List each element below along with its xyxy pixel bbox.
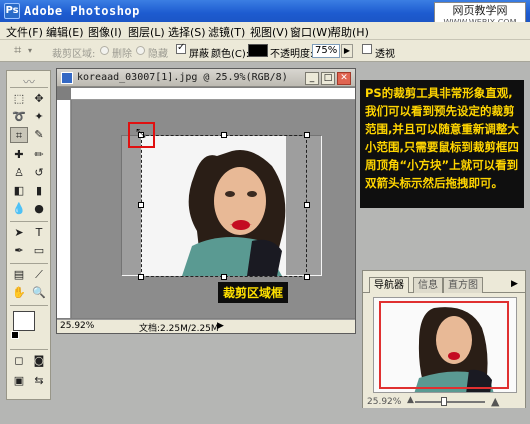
slice-tool-icon[interactable]: ✎ bbox=[30, 127, 48, 143]
navigator-footer: 25.92% ▲ ▲ bbox=[363, 395, 525, 409]
menu-window[interactable]: 窗口(W) bbox=[290, 24, 331, 40]
pen-tool-icon[interactable]: ✒ bbox=[10, 243, 28, 259]
navigator-zoom-slider[interactable] bbox=[415, 401, 485, 403]
crop-handle-top-right[interactable] bbox=[304, 132, 310, 138]
toolbox: 〰 ⬚ ✥ ➰ ✦ ⌗ ✎ ✚ ✏ ♙ ↺ ◧ ▮ 💧 ● ➤ T ✒ ▭ ▤ … bbox=[6, 70, 51, 400]
shield-checkbox[interactable] bbox=[176, 42, 186, 55]
crop-handle-right[interactable] bbox=[304, 202, 310, 208]
history-brush-tool-icon[interactable]: ↺ bbox=[30, 165, 48, 181]
screen-mode-icon[interactable]: ▣ bbox=[10, 373, 28, 389]
perspective-checkbox[interactable] bbox=[362, 44, 372, 55]
vertical-ruler[interactable] bbox=[57, 100, 71, 318]
foreground-color-swatch[interactable] bbox=[13, 311, 35, 331]
tab-histogram[interactable]: 直方图 bbox=[443, 277, 483, 293]
shield-color-swatch[interactable] bbox=[248, 44, 268, 57]
hide-label: 隐藏 bbox=[148, 49, 168, 60]
zoom-in-icon[interactable]: ▲ bbox=[491, 395, 499, 408]
crop-tool-preset-icon[interactable]: ⌗ bbox=[14, 43, 21, 58]
document-icon bbox=[61, 72, 73, 84]
menu-image[interactable]: 图像(I) bbox=[88, 24, 122, 40]
navigator-zoom[interactable]: 25.92% bbox=[367, 397, 401, 407]
workspace-bottom bbox=[0, 408, 530, 424]
quick-mask-mode-icon[interactable]: ◙ bbox=[30, 353, 48, 369]
opacity-slider-arrow-icon[interactable]: ▶ bbox=[341, 44, 353, 58]
menu-select[interactable]: 选择(S) bbox=[168, 24, 206, 40]
navigator-view-frame[interactable] bbox=[379, 301, 509, 389]
menu-filter[interactable]: 滤镜(T) bbox=[208, 24, 245, 40]
opacity-input[interactable]: 75% bbox=[312, 44, 340, 58]
panel-menu-arrow-icon[interactable]: ▶ bbox=[511, 279, 518, 289]
brush-tool-icon[interactable]: ✏ bbox=[30, 147, 48, 163]
eyedropper-tool-icon[interactable]: ⟋ bbox=[30, 267, 48, 283]
dodge-tool-icon[interactable]: ● bbox=[30, 201, 48, 217]
document-zoom[interactable]: 25.92% bbox=[60, 321, 94, 331]
healing-brush-tool-icon[interactable]: ✚ bbox=[10, 147, 28, 163]
double-arrow-cursor-icon: ⤡ bbox=[136, 126, 146, 140]
hand-tool-icon[interactable]: ✋ bbox=[10, 285, 28, 301]
zoom-tool-icon[interactable]: 🔍 bbox=[30, 285, 48, 301]
status-menu-arrow-icon[interactable]: ▶ bbox=[217, 321, 224, 331]
marquee-tool-icon[interactable]: ⬚ bbox=[10, 91, 28, 107]
shape-tool-icon[interactable]: ▭ bbox=[30, 243, 48, 259]
preset-dropdown-arrow-icon[interactable]: ▾ bbox=[28, 46, 32, 55]
eraser-tool-icon[interactable]: ◧ bbox=[10, 183, 28, 199]
move-tool-icon[interactable]: ✥ bbox=[30, 91, 48, 107]
stamp-tool-icon[interactable]: ♙ bbox=[10, 165, 28, 181]
navigator-zoom-knob[interactable] bbox=[441, 397, 447, 406]
crop-handle-left[interactable] bbox=[138, 202, 144, 208]
photoshop-logo-icon: Ps bbox=[4, 3, 20, 19]
cropped-area-label: 裁剪区域: bbox=[52, 49, 96, 60]
crop-handle-bottom-right[interactable] bbox=[304, 274, 310, 280]
tab-info[interactable]: 信息 bbox=[413, 277, 443, 293]
minimize-button[interactable]: _ bbox=[305, 72, 319, 85]
delete-label: 删除 bbox=[112, 49, 132, 60]
tab-navigator[interactable]: 导航器 bbox=[369, 277, 409, 293]
navigator-panel: 导航器 信息 直方图 ▶ 25.92% ▲ ▲ bbox=[362, 270, 526, 410]
document-status-bar: 25.92% 文档:2.25M/2.25M ▶ bbox=[57, 319, 355, 334]
feather-logo-icon: 〰 bbox=[22, 75, 35, 89]
crop-handle-bottom[interactable] bbox=[221, 274, 227, 280]
watermark-title: 网页教学网 bbox=[452, 4, 508, 17]
crop-handle-top[interactable] bbox=[221, 132, 227, 138]
crop-handle-bottom-left[interactable] bbox=[138, 274, 144, 280]
app-title: Adobe Photoshop bbox=[24, 4, 140, 18]
crop-area-caption: 裁剪区域框 bbox=[218, 282, 289, 303]
magic-wand-tool-icon[interactable]: ✦ bbox=[30, 109, 48, 125]
navigator-tabs: 导航器 信息 直方图 ▶ bbox=[363, 277, 525, 293]
gradient-tool-icon[interactable]: ▮ bbox=[30, 183, 48, 199]
lasso-tool-icon[interactable]: ➰ bbox=[10, 109, 28, 125]
shield-label: 屏蔽 bbox=[189, 49, 209, 60]
maximize-button[interactable]: □ bbox=[321, 72, 335, 85]
hide-radio[interactable] bbox=[136, 45, 145, 56]
jump-to-imageready-icon[interactable]: ⇆ bbox=[30, 373, 48, 389]
document-title: koreaad_03007[1].jpg @ 25.9%(RGB/8) bbox=[77, 72, 288, 83]
document-title-bar[interactable]: koreaad_03007[1].jpg @ 25.9%(RGB/8) _ □ … bbox=[57, 69, 355, 87]
notes-tool-icon[interactable]: ▤ bbox=[10, 267, 28, 283]
opacity-label: 不透明度: bbox=[270, 49, 314, 60]
color-label: 颜色(C): bbox=[211, 49, 250, 60]
horizontal-ruler[interactable] bbox=[71, 88, 355, 100]
path-selection-tool-icon[interactable]: ➤ bbox=[10, 225, 28, 241]
menu-bar: 文件(F) 编辑(E) 图像(I) 图层(L) 选择(S) 滤镜(T) 视图(V… bbox=[0, 22, 530, 40]
delete-radio[interactable] bbox=[100, 45, 109, 56]
crop-tool-icon[interactable]: ⌗ bbox=[10, 127, 28, 143]
crop-box[interactable] bbox=[138, 132, 310, 280]
document-size: 文档:2.25M/2.25M bbox=[139, 324, 219, 334]
default-colors-icon[interactable] bbox=[11, 331, 19, 339]
menu-edit[interactable]: 编辑(E) bbox=[46, 24, 84, 40]
zoom-out-icon[interactable]: ▲ bbox=[407, 395, 414, 405]
perspective-label: 透视 bbox=[375, 49, 395, 60]
menu-file[interactable]: 文件(F) bbox=[6, 24, 43, 40]
blur-tool-icon[interactable]: 💧 bbox=[10, 201, 28, 217]
standard-mode-icon[interactable]: ◻ bbox=[10, 353, 28, 369]
menu-layer[interactable]: 图层(L) bbox=[128, 24, 165, 40]
menu-view[interactable]: 视图(V) bbox=[250, 24, 288, 40]
menu-help[interactable]: 帮助(H) bbox=[330, 24, 369, 40]
highlight-corner-marker: ⤡ bbox=[128, 122, 155, 148]
close-button[interactable]: ✕ bbox=[337, 72, 351, 85]
tutorial-annotation: PS的裁剪工具非常形象直观,我们可以看到预先设定的裁剪范围,并且可以随意重新调整… bbox=[360, 80, 524, 208]
type-tool-icon[interactable]: T bbox=[30, 225, 48, 241]
